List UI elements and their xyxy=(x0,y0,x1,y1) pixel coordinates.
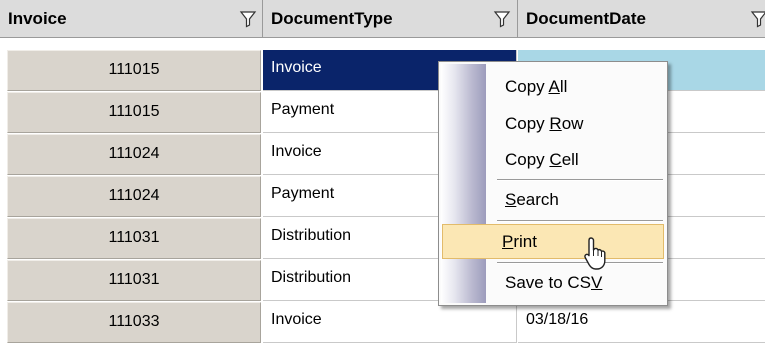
menu-item-label: Copy Row xyxy=(505,114,584,133)
menu-item-label: Copy Cell xyxy=(505,150,579,169)
menu-item-save-to-csv[interactable]: Save to CSV xyxy=(439,266,665,301)
invoice-cell[interactable]: 111031 xyxy=(7,218,261,259)
invoice-cell[interactable]: 111015 xyxy=(7,92,261,133)
filter-icon[interactable] xyxy=(750,10,765,28)
menu-item-search[interactable]: Search xyxy=(439,183,665,218)
column-header-invoice[interactable]: Invoice xyxy=(0,0,263,38)
column-header-documentdate[interactable]: DocumentDate xyxy=(518,0,765,38)
menu-separator xyxy=(497,262,663,264)
hand-cursor-icon xyxy=(584,237,606,270)
filter-icon[interactable] xyxy=(239,10,257,28)
menu-item-label: Print xyxy=(502,232,537,251)
context-menu: Copy All Copy Row Copy Cell Search Print… xyxy=(438,61,668,306)
column-header-label: DocumentDate xyxy=(526,9,646,28)
column-header-label: Invoice xyxy=(8,9,67,28)
menu-separator xyxy=(497,220,663,222)
menu-item-copy-cell[interactable]: Copy Cell xyxy=(439,143,665,178)
menu-item-copy-row[interactable]: Copy Row xyxy=(439,107,665,142)
menu-separator xyxy=(497,179,663,181)
menu-item-copy-all[interactable]: Copy All xyxy=(439,70,665,105)
menu-item-print[interactable]: Print xyxy=(442,224,664,259)
menu-item-label: Search xyxy=(505,190,559,209)
column-header-label: DocumentType xyxy=(271,9,393,28)
invoice-cell[interactable]: 111033 xyxy=(7,302,261,343)
invoice-cell[interactable]: 111024 xyxy=(7,176,261,217)
menu-item-label: Save to CSV xyxy=(505,273,603,292)
documenttype-cell[interactable]: Invoice xyxy=(263,302,517,343)
column-header-documenttype[interactable]: DocumentType xyxy=(263,0,518,38)
invoice-cell[interactable]: 111031 xyxy=(7,260,261,301)
invoice-cell[interactable]: 111015 xyxy=(7,50,261,91)
filter-icon[interactable] xyxy=(493,10,511,28)
table-row[interactable]: 111033 Invoice 03/18/16 xyxy=(0,302,765,343)
menu-item-label: Copy All xyxy=(505,77,568,96)
documentdate-cell[interactable]: 03/18/16 xyxy=(518,302,765,343)
invoice-cell[interactable]: 111024 xyxy=(7,134,261,175)
